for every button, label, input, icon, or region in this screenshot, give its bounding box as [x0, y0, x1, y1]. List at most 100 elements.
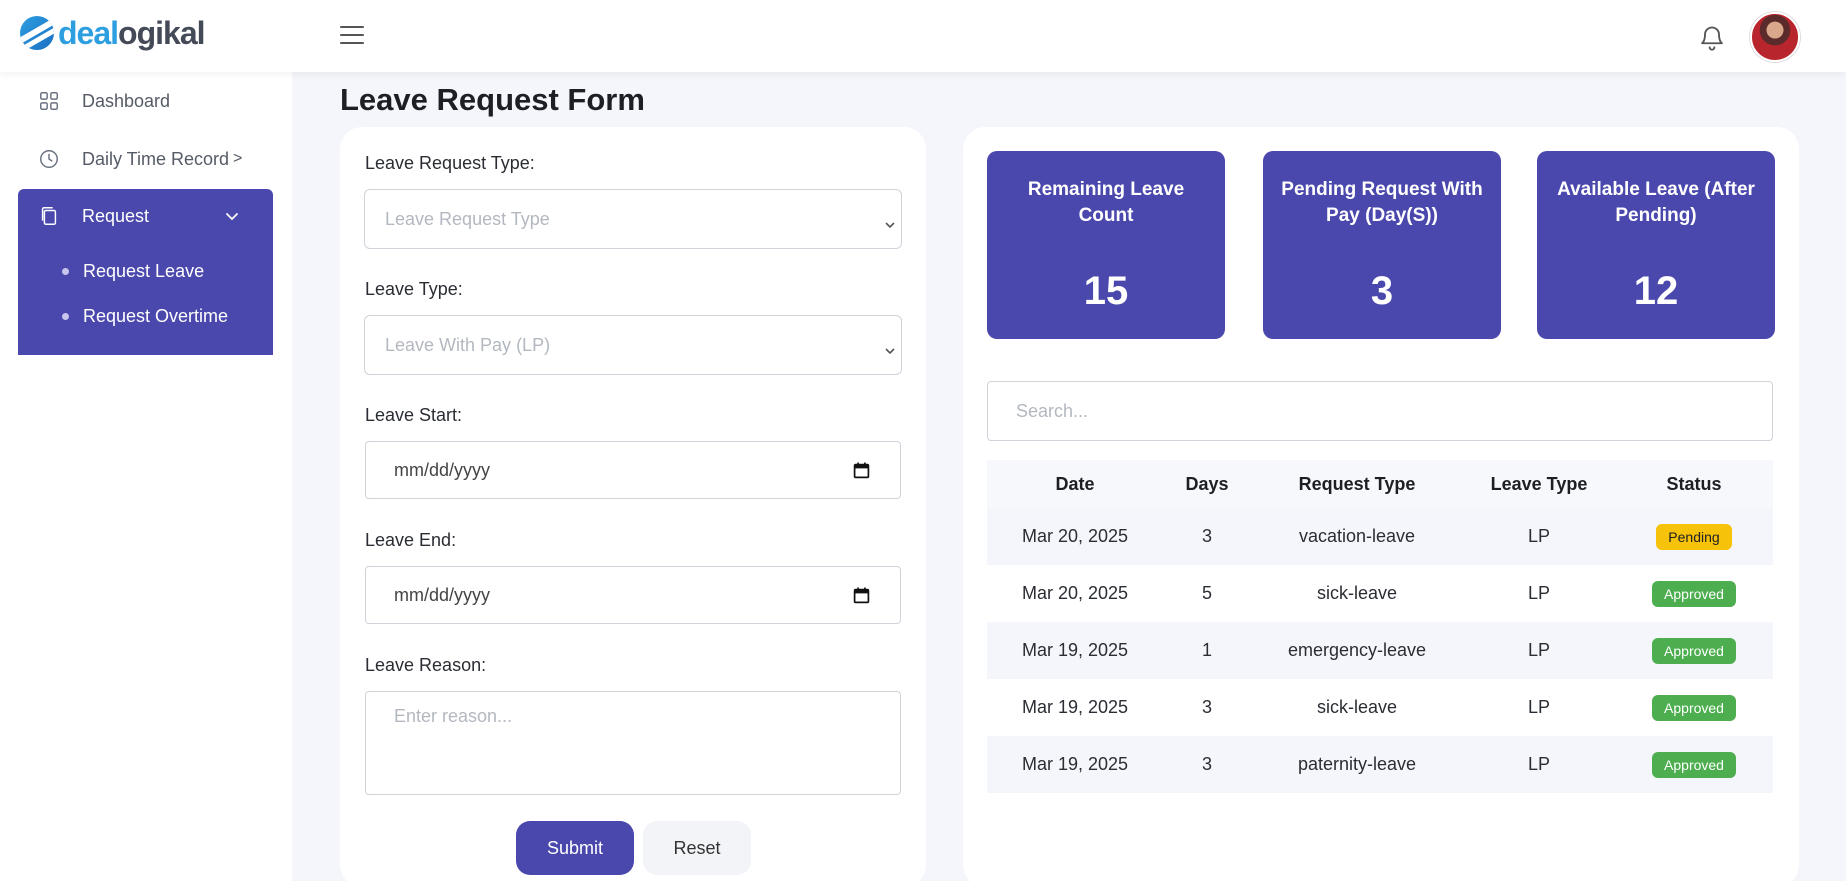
- copy-document-icon: [38, 205, 60, 227]
- cell-days: 3: [1201, 697, 1212, 717]
- logo[interactable]: dealogikal: [20, 16, 206, 50]
- cell-days: 3: [1201, 526, 1212, 546]
- bullet-icon: [62, 312, 69, 320]
- date-placeholder: mm/dd/yyyy: [394, 459, 491, 480]
- leave-reason-label: Leave Reason:: [365, 655, 487, 675]
- leave-request-type-select[interactable]: Leave Request Type: [364, 189, 902, 249]
- stat-label: Remaining Leave Count: [1027, 179, 1185, 226]
- stat-card-pending-request: Pending Request With Pay (Day(S)) 3: [1263, 151, 1501, 339]
- cell-date: Mar 19, 2025: [1021, 640, 1129, 660]
- table-row[interactable]: Mar 20, 2025 5 sick-leave LP Approved: [987, 565, 1773, 622]
- cell-date: Mar 20, 2025: [1021, 583, 1129, 603]
- table-row[interactable]: Mar 19, 2025 3 sick-leave LP Approved: [987, 679, 1773, 736]
- status-badge: Approved: [1652, 580, 1736, 607]
- cell-days: 1: [1201, 640, 1212, 660]
- sidebar-subitem-label: Request Overtime: [83, 305, 229, 326]
- stat-label: Available Leave (After Pending): [1557, 179, 1755, 226]
- sidebar-subitem-label: Request Leave: [83, 260, 205, 281]
- select-value: Leave Request Type: [385, 208, 550, 229]
- cell-request-type: sick-leave: [1316, 583, 1398, 603]
- chevron-down-icon: [885, 214, 895, 229]
- status-badge: Approved: [1652, 637, 1736, 664]
- leave-end-label: Leave End:: [365, 530, 457, 550]
- cell-status: Pending: [1615, 523, 1773, 550]
- clock-icon: [38, 148, 60, 170]
- textarea-placeholder: Enter reason...: [394, 706, 513, 726]
- chevron-down-icon: [225, 207, 239, 221]
- cell-leave-type: LP: [1527, 583, 1551, 603]
- stat-value: 15: [1083, 269, 1129, 313]
- submit-button[interactable]: Submit: [516, 821, 634, 875]
- cell-leave-type: LP: [1527, 697, 1551, 717]
- sidebar-item-dashboard[interactable]: Dashboard: [18, 76, 274, 126]
- top-header: dealogikal: [0, 0, 1846, 72]
- calendar-icon[interactable]: [853, 587, 870, 604]
- page-title: Leave Request Form: [340, 82, 645, 117]
- sidebar-subitem-request-leave[interactable]: Request Leave: [62, 256, 204, 286]
- sidebar-item-request[interactable]: Request: [18, 189, 273, 243]
- leave-request-form: Leave Request Type: Leave Request Type L…: [340, 127, 926, 881]
- cell-leave-type: LP: [1527, 640, 1551, 660]
- cell-status: Approved: [1615, 694, 1773, 721]
- column-header-leave-type[interactable]: Leave Type: [1463, 474, 1615, 495]
- calendar-icon[interactable]: [853, 462, 870, 479]
- table-row[interactable]: Mar 20, 2025 3 vacation-leave LP Pending: [987, 508, 1773, 565]
- cell-request-type: emergency-leave: [1287, 640, 1427, 660]
- leave-start-label: Leave Start:: [365, 405, 463, 425]
- cell-request-type: paternity-leave: [1297, 754, 1417, 774]
- cell-days: 3: [1201, 754, 1212, 774]
- leave-history-table: Date Days Request Type Leave Type Status…: [987, 460, 1773, 793]
- stat-card-remaining-leave: Remaining Leave Count 15: [987, 151, 1225, 339]
- column-header-status[interactable]: Status: [1615, 474, 1773, 495]
- cell-date: Mar 19, 2025: [1021, 754, 1129, 774]
- cell-request-type: sick-leave: [1316, 697, 1398, 717]
- cell-date: Mar 20, 2025: [1021, 526, 1129, 546]
- column-header-days[interactable]: Days: [1163, 474, 1251, 495]
- logo-mark-icon: [20, 16, 54, 50]
- dashboard-grid-icon: [38, 90, 60, 112]
- chevron-right-icon: >: [233, 150, 243, 167]
- table-row[interactable]: Mar 19, 2025 1 emergency-leave LP Approv…: [987, 622, 1773, 679]
- status-badge: Approved: [1652, 751, 1736, 778]
- cell-days: 5: [1201, 583, 1212, 603]
- stat-label: Pending Request With Pay (Day(S)): [1281, 179, 1483, 226]
- hamburger-menu-icon[interactable]: [340, 26, 364, 46]
- leave-reason-textarea[interactable]: Enter reason...: [365, 691, 901, 795]
- date-placeholder: mm/dd/yyyy: [394, 584, 491, 605]
- sidebar-item-label: Request: [82, 205, 150, 226]
- leave-type-select[interactable]: Leave With Pay (LP): [364, 315, 902, 375]
- user-avatar[interactable]: [1750, 12, 1800, 62]
- cell-request-type: vacation-leave: [1298, 526, 1416, 546]
- cell-status: Approved: [1615, 751, 1773, 778]
- cell-status: Approved: [1615, 580, 1773, 607]
- sidebar-subitem-request-overtime[interactable]: Request Overtime: [62, 301, 228, 331]
- search-placeholder: Search...: [1016, 400, 1089, 421]
- stat-value: 3: [1370, 269, 1394, 313]
- cell-leave-type: LP: [1527, 526, 1551, 546]
- leave-start-date-input[interactable]: mm/dd/yyyy: [365, 441, 901, 499]
- stat-value: 12: [1633, 269, 1679, 313]
- leave-request-type-label: Leave Request Type:: [365, 153, 535, 173]
- select-value: Leave With Pay (LP): [385, 334, 551, 355]
- leave-type-label: Leave Type:: [365, 279, 463, 299]
- column-header-request-type[interactable]: Request Type: [1251, 474, 1463, 495]
- status-badge: Approved: [1652, 694, 1736, 721]
- chevron-down-icon: [885, 340, 895, 355]
- stat-card-available-leave: Available Leave (After Pending) 12: [1537, 151, 1775, 339]
- bell-icon[interactable]: [1698, 24, 1726, 52]
- reset-button[interactable]: Reset: [643, 821, 751, 875]
- table-header-row: Date Days Request Type Leave Type Status: [987, 460, 1773, 508]
- table-row[interactable]: Mar 19, 2025 3 paternity-leave LP Approv…: [987, 736, 1773, 793]
- sidebar-item-label: Daily Time Record: [82, 148, 230, 169]
- sidebar-item-daily-time-record[interactable]: Daily Time Record >: [18, 134, 274, 184]
- sidebar-item-label: Dashboard: [82, 90, 171, 111]
- cell-leave-type: LP: [1527, 754, 1551, 774]
- leave-end-date-input[interactable]: mm/dd/yyyy: [365, 566, 901, 624]
- status-badge: Pending: [1656, 523, 1732, 550]
- search-input[interactable]: Search...: [987, 381, 1773, 441]
- cell-status: Approved: [1615, 637, 1773, 664]
- column-header-date[interactable]: Date: [987, 474, 1163, 495]
- cell-date: Mar 19, 2025: [1021, 697, 1129, 717]
- bullet-icon: [62, 267, 69, 275]
- leave-summary-panel: Remaining Leave Count 15 Pending Request…: [963, 127, 1799, 881]
